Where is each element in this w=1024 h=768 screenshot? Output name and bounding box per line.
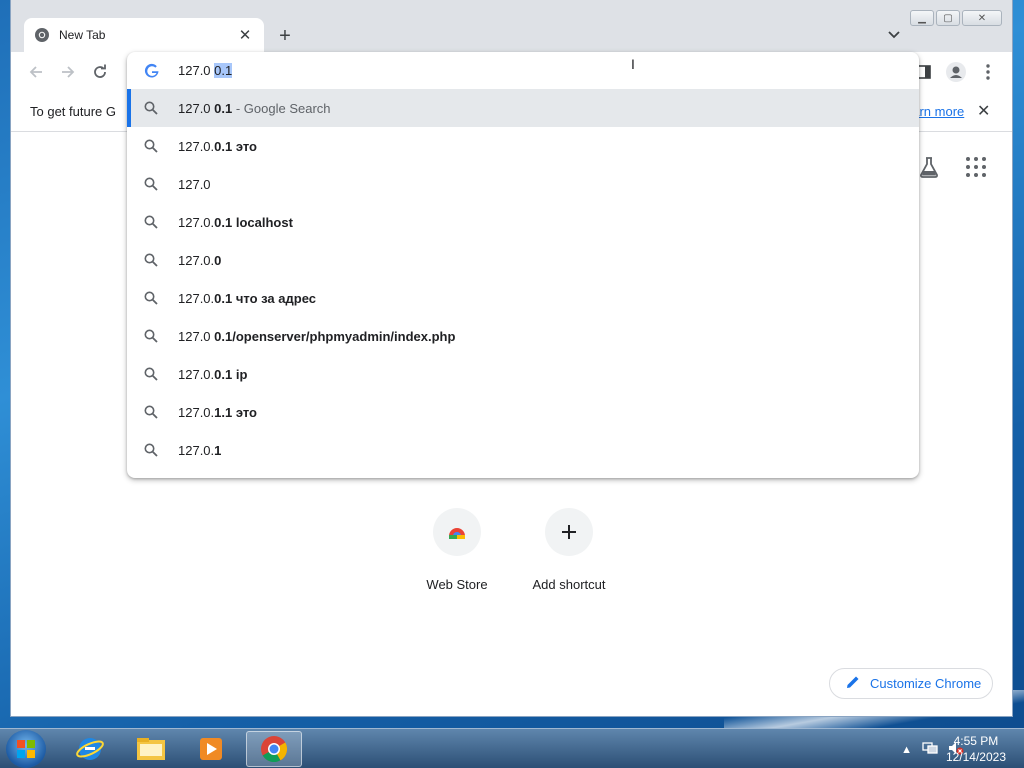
explorer-icon[interactable] [123, 731, 179, 767]
address-bar[interactable]: 127.0 0.1 I [127, 52, 919, 89]
search-icon [144, 405, 158, 419]
customize-label: Customize Chrome [870, 676, 982, 691]
suggestion-item[interactable]: 127.0 0.1 - Google Search [127, 89, 919, 127]
info-bar-close-icon[interactable]: ✕ [977, 101, 990, 121]
plus-icon [545, 508, 593, 556]
suggestion-text: 127.0.0.1 ip [178, 367, 248, 382]
forward-arrow-icon[interactable] [57, 61, 79, 83]
suggestion-text: 127.0.0.1 что за адрес [178, 291, 316, 306]
customize-chrome-button[interactable]: Customize Chrome [829, 668, 993, 699]
search-icon [144, 253, 158, 267]
suggestion-text: 127.0.1 [178, 443, 222, 458]
address-selected-text: 0.1 [214, 63, 233, 78]
suggestion-text: 127.0.0.1 localhost [178, 215, 293, 230]
search-icon [144, 291, 158, 305]
minimize-button[interactable]: ▁ [910, 10, 934, 26]
internet-explorer-icon[interactable] [62, 731, 118, 767]
suggestion-text: 127.0 0.1/openserver/phpmyadmin/index.ph… [178, 329, 456, 344]
suggestion-item[interactable]: 127.0 0.1/openserver/phpmyadmin/index.ph… [127, 317, 919, 355]
suggestion-item[interactable]: 127.0.1 [127, 431, 919, 469]
suggestion-text: 127.0.0 [178, 253, 222, 268]
search-icon [144, 101, 158, 115]
window-controls: ▁ ▢ ✕ [910, 10, 1002, 26]
suggestion-item[interactable]: 127.0.0.1 что за адрес [127, 279, 919, 317]
suggestion-item[interactable]: 127.0.0.1 ip [127, 355, 919, 393]
search-icon [144, 329, 158, 343]
suggestion-item[interactable]: 127.0 [127, 165, 919, 203]
shortcut-label: Web Store [426, 577, 488, 592]
tab-close-icon[interactable]: ✕ [236, 26, 254, 44]
tab-new-tab[interactable]: New Tab ✕ [24, 18, 264, 52]
back-arrow-icon[interactable] [25, 61, 47, 83]
suggestion-text: 127.0 0.1 - Google Search [178, 101, 331, 116]
maximize-button[interactable]: ▢ [936, 10, 960, 26]
clock-time: 4:55 PM [953, 734, 999, 748]
suggestion-list: 127.0 0.1 - Google Search 127.0.0.1 это 12… [127, 89, 919, 469]
search-icon [144, 443, 158, 457]
start-button[interactable] [6, 730, 46, 768]
profile-avatar-icon[interactable] [945, 61, 967, 83]
chrome-icon [34, 27, 50, 43]
shortcut-web-store[interactable]: Web Store [401, 508, 513, 592]
search-icon [144, 367, 158, 381]
suggestion-text: 127.0.1.1 это [178, 405, 257, 420]
text-cursor-icon: I [631, 56, 635, 72]
taskbar-clock[interactable]: 4:55 PM 12/14/2023 [946, 733, 1006, 765]
suggestion-item[interactable]: 127.0.1.1 это [127, 393, 919, 431]
reload-icon[interactable] [89, 61, 111, 83]
web-store-icon [433, 508, 481, 556]
search-icon [144, 215, 158, 229]
pencil-icon [846, 675, 860, 692]
suggestion-item[interactable]: 127.0.0 [127, 241, 919, 279]
suggestion-item[interactable]: 127.0.0.1 localhost [127, 203, 919, 241]
info-bar-message: To get future G [30, 104, 116, 119]
google-g-icon [144, 63, 160, 79]
show-hidden-icons-icon[interactable]: ▲ [901, 744, 912, 756]
chevron-down-icon[interactable] [885, 26, 903, 44]
add-shortcut-button[interactable]: Add shortcut [513, 508, 625, 592]
chrome-taskbar-icon[interactable] [246, 731, 302, 767]
suggestion-item[interactable]: 127.0.0.1 это [127, 127, 919, 165]
apps-grid-icon[interactable] [966, 157, 986, 177]
title-bar: New Tab ✕ + ▁ ▢ ✕ [11, 0, 1012, 52]
suggestion-text: 127.0 [178, 177, 211, 192]
shortcut-label: Add shortcut [532, 577, 606, 592]
media-player-icon[interactable] [183, 731, 239, 767]
clock-date: 12/14/2023 [945, 750, 1006, 764]
menu-kebab-icon[interactable] [977, 61, 999, 83]
omnibox-dropdown: 127.0 0.1 I 127.0 0.1 - Google Search 127… [127, 52, 919, 478]
suggestion-text: 127.0.0.1 это [178, 139, 257, 154]
address-typed-text: 127.0 [178, 63, 215, 78]
new-tab-button[interactable]: + [273, 24, 297, 48]
tab-title: New Tab [59, 28, 106, 42]
taskbar: ▲ 4:55 PM 12/14/2023 [0, 728, 1024, 768]
search-icon [144, 139, 158, 153]
search-icon [144, 177, 158, 191]
network-icon[interactable] [922, 741, 938, 758]
close-window-button[interactable]: ✕ [962, 10, 1002, 26]
labs-flask-icon[interactable] [918, 156, 940, 178]
chrome-window: New Tab ✕ + ▁ ▢ ✕ To get future G earn m… [10, 0, 1013, 717]
address-input[interactable]: 127.0 0.1 [178, 63, 233, 78]
